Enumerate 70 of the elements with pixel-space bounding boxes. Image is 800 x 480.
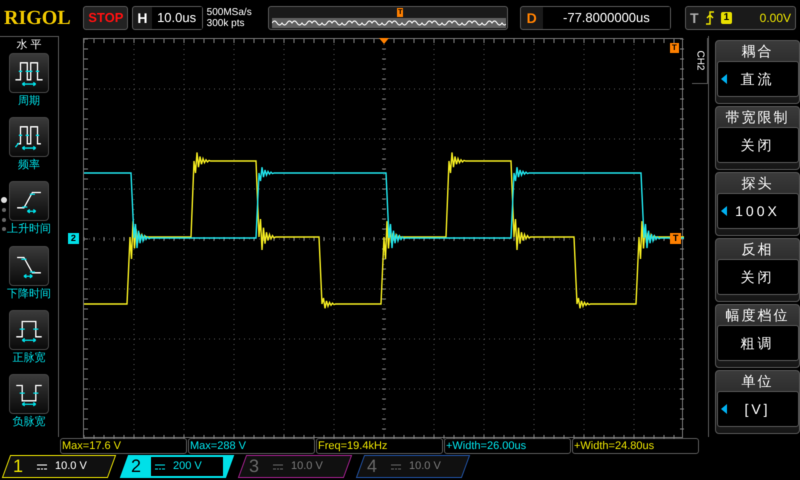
sample-rate: 500MSa/s <box>206 7 253 18</box>
channel-scale: 10.0 V <box>55 459 87 474</box>
rising-edge-icon <box>704 11 715 25</box>
channel-number: 3 <box>249 455 260 478</box>
measure-button[interactable] <box>8 246 49 286</box>
measurement-readout: +Width=26.00us <box>444 438 571 454</box>
menu-softkey[interactable]: 探头 100X <box>715 172 800 236</box>
trigger-marker: T <box>670 43 679 53</box>
timebase-value: 10.0us <box>152 7 202 29</box>
measure-label: 正脉宽 <box>12 350 46 366</box>
softkey-title: 耦合 <box>742 42 774 61</box>
menu-softkey[interactable]: 反相 关闭 <box>715 238 800 302</box>
measurement-readout: Max=17.6 V <box>60 438 187 454</box>
measure-label: 频率 <box>18 158 40 174</box>
menu-softkey[interactable]: 幅度档位 粗调 <box>715 304 800 368</box>
channel-button[interactable]: 2 200 V <box>120 455 234 478</box>
channel-button[interactable]: 1 10.0 V <box>2 455 116 478</box>
trigger-label: T <box>690 8 699 28</box>
channel-number: 2 <box>131 455 142 478</box>
menu-softkey[interactable]: 单位 [V] <box>715 370 800 434</box>
dc-coupling-icon <box>391 464 401 470</box>
measure-button[interactable] <box>8 53 49 93</box>
timebase-label: H <box>136 8 149 28</box>
trigger-position-icon <box>378 38 389 44</box>
delay-label: D <box>526 8 538 28</box>
channel-scale: 10.0 V <box>291 459 323 474</box>
measurement-readout: +Width=24.80us <box>572 438 699 454</box>
memory-depth: 300k pts <box>206 18 246 29</box>
brand-logo: RIGOL <box>4 6 72 31</box>
measure-label: 周期 <box>18 94 40 109</box>
measurement-readout: Max=288 V <box>188 438 315 454</box>
measure-button[interactable] <box>8 310 49 350</box>
softkey-value: 关闭 <box>716 259 798 295</box>
softkey-value: 粗调 <box>716 325 798 361</box>
menu-softkey[interactable]: 带宽限制 关闭 <box>715 106 800 170</box>
run-stop-button[interactable]: STOP <box>83 6 128 30</box>
dc-coupling-icon <box>273 464 283 470</box>
dc-coupling-icon <box>37 464 47 470</box>
softkey-value: [V] <box>716 391 798 427</box>
channel-button[interactable]: 3 10.0 V <box>238 455 352 478</box>
menu-title: 水 平 <box>16 38 42 52</box>
page-indicator-icon <box>1 197 7 231</box>
channel-button[interactable]: 4 10.0 V <box>356 455 470 478</box>
channel-number: 4 <box>367 455 378 478</box>
trigger-level-marker: T <box>670 233 682 244</box>
softkey-value: 100X <box>716 193 798 229</box>
measure-label: 负脉宽 <box>12 414 46 430</box>
channel-number: 1 <box>13 455 24 478</box>
softkey-title: 探头 <box>742 174 774 193</box>
measure-label: 上升时间 <box>6 222 51 238</box>
delay-value: -77.8000000us <box>542 7 670 29</box>
trigger-level: 0.00V <box>760 10 791 27</box>
measure-button[interactable] <box>8 117 49 158</box>
channel-scale: 10.0 V <box>409 459 441 474</box>
menu-softkey[interactable]: 耦合 直流 <box>715 40 800 104</box>
measure-button[interactable] <box>8 374 49 414</box>
softkey-title: 反相 <box>742 240 774 259</box>
measure-label: 下降时间 <box>6 286 51 302</box>
trigger-source: 1 <box>720 12 732 24</box>
softkey-value: 关闭 <box>716 127 798 163</box>
softkey-title: 带宽限制 <box>726 108 790 127</box>
softkey-title: 幅度档位 <box>726 306 790 325</box>
channel-tab-label: CH2 <box>693 50 706 70</box>
softkey-title: 单位 <box>742 372 774 391</box>
softkey-value: 直流 <box>716 61 798 97</box>
measure-button[interactable] <box>8 181 49 222</box>
dc-coupling-icon <box>155 464 165 470</box>
channel-marker: 2 <box>68 233 79 244</box>
measurement-readout: Freq=19.4kHz <box>316 438 443 454</box>
channel-scale: 200 V <box>173 459 202 474</box>
